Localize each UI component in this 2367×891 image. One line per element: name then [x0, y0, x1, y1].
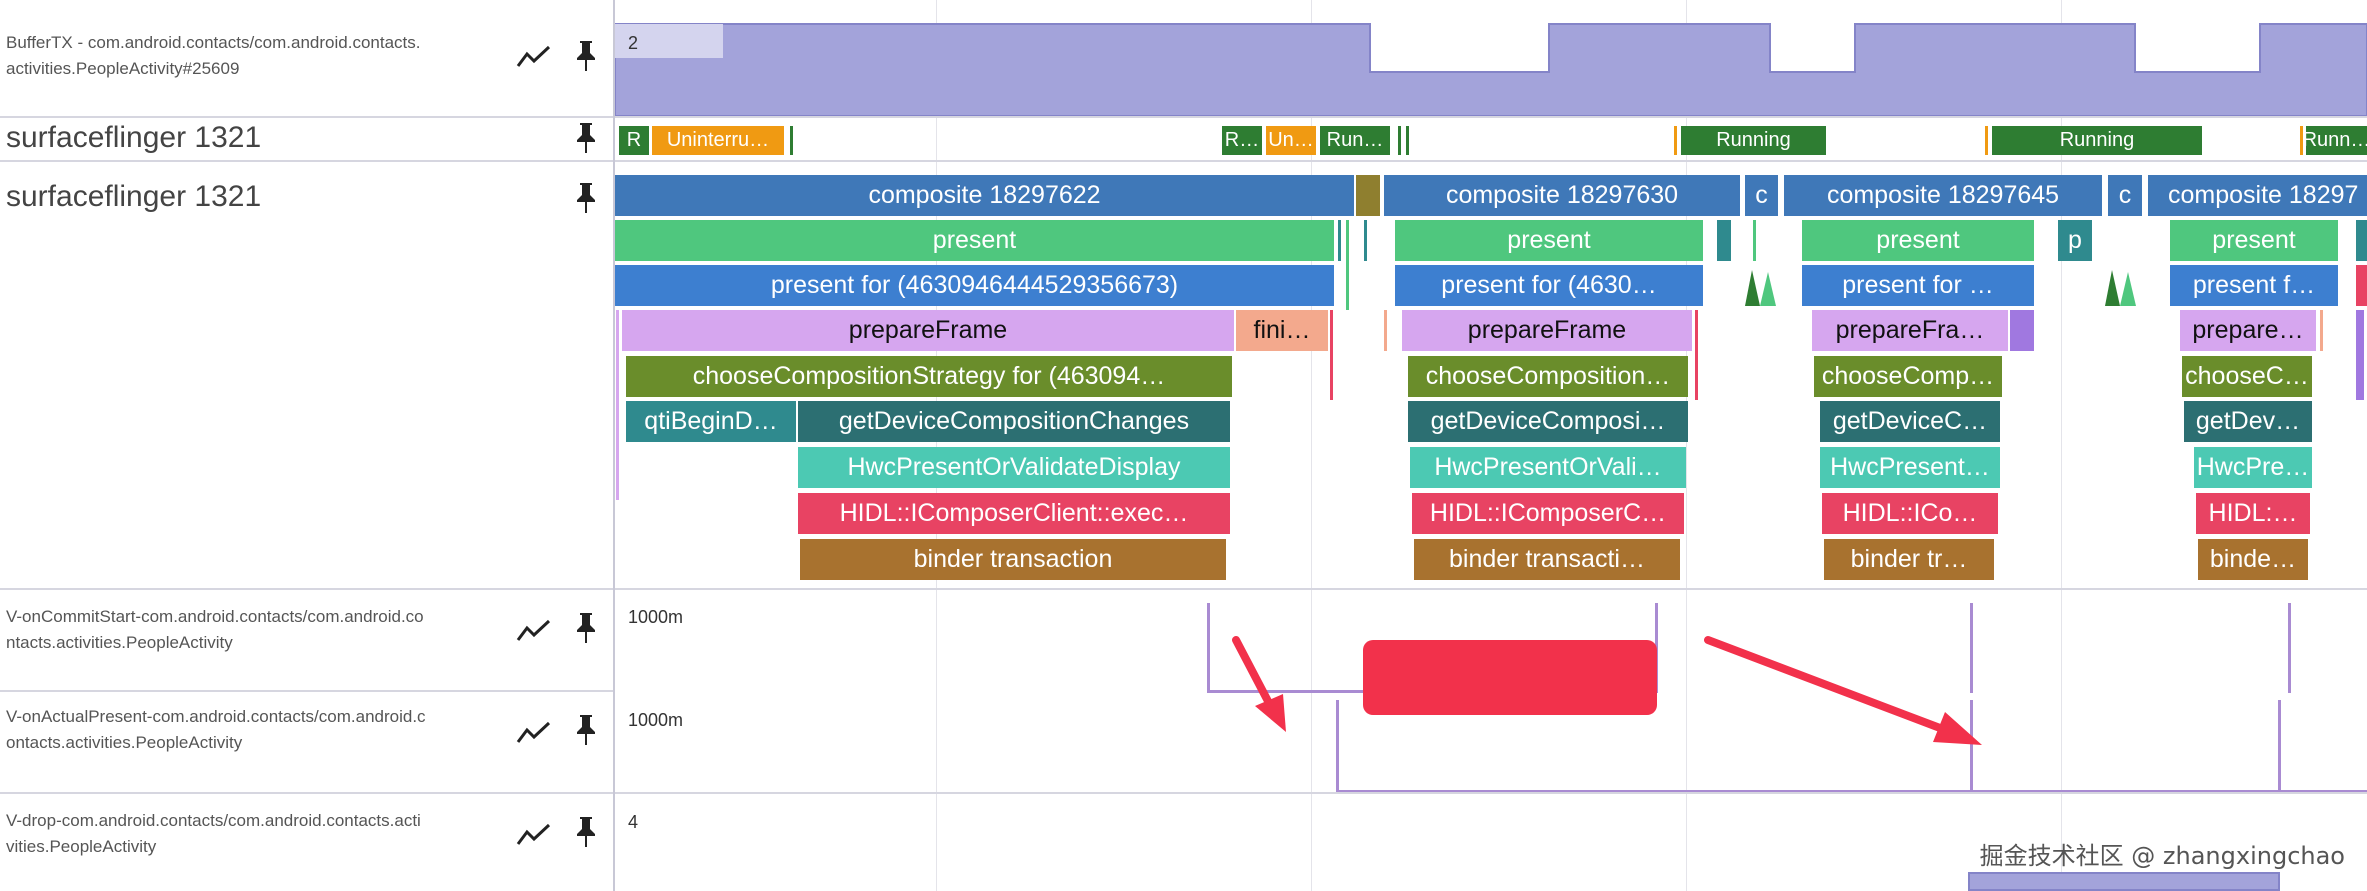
slice-hidl-composer[interactable]: HIDL::IComposerC…: [1412, 493, 1684, 534]
pin-icon[interactable]: [566, 608, 606, 648]
slice-hidl-composer[interactable]: HIDL:…: [2196, 493, 2310, 534]
slice-present[interactable]: p: [2058, 220, 2092, 261]
present-label-line2: ontacts.activities.PeopleActivity: [6, 733, 243, 752]
sf-state-track-header: surfaceflinger 1321: [0, 118, 614, 160]
slice-composite[interactable]: composite 18297630: [1384, 175, 1740, 216]
slice-composite[interactable]: c: [2108, 175, 2142, 216]
chart-line-icon[interactable]: [514, 36, 554, 76]
slice-get-device-composition[interactable]: getDeviceCompositionChanges: [798, 401, 1230, 442]
slice-binder-transaction[interactable]: binder transacti…: [1414, 539, 1680, 580]
slice-hwc-present[interactable]: HwcPresentOrVali…: [1410, 447, 1686, 488]
buffertx-counter-area[interactable]: [615, 20, 2367, 116]
drop-track-header: V-drop-com.android.contacts/com.android.…: [0, 794, 614, 891]
slice-prepare-frame[interactable]: prepare…: [2180, 310, 2316, 351]
drop-label-line2: vities.PeopleActivity: [6, 837, 157, 856]
thread-state[interactable]: Uninterru…: [652, 126, 784, 155]
pin-icon[interactable]: [566, 178, 606, 218]
slice-get-device-composition[interactable]: getDev…: [2184, 401, 2312, 442]
slice-prepare-frame[interactable]: prepareFra…: [1812, 310, 2008, 351]
thread-state[interactable]: Running: [1992, 126, 2202, 155]
slice-choose-composition[interactable]: chooseC…: [2182, 356, 2312, 397]
slice-get-device-composition[interactable]: getDeviceComposi…: [1408, 401, 1688, 442]
commit-value: 1000m: [628, 607, 684, 627]
buffertx-label-line2: activities.PeopleActivity#25609: [6, 59, 240, 78]
slice-get-device-composition[interactable]: getDeviceC…: [1820, 401, 2000, 442]
present-label-line1: V-onActualPresent-com.android.contacts/c…: [6, 707, 426, 726]
drop-value: 4: [628, 812, 639, 832]
watermark-text: 掘金技术社区 @ zhangxingchao: [1979, 842, 2345, 870]
slice-present-for[interactable]: present f…: [2170, 265, 2338, 306]
slice-choose-composition[interactable]: chooseComposition…: [1408, 356, 1688, 397]
buffertx-track-header: BufferTX - com.android.contacts/com.andr…: [0, 0, 614, 116]
slice-present[interactable]: present: [1802, 220, 2034, 261]
slice-present-for[interactable]: present for (4630946444529356673): [615, 265, 1334, 306]
slice-composite[interactable]: composite 18297: [2148, 175, 2367, 216]
thread-state[interactable]: Run…: [1320, 126, 1390, 155]
present-track-header: V-onActualPresent-com.android.contacts/c…: [0, 692, 614, 792]
drop-label-line1: V-drop-com.android.contacts/com.android.…: [6, 811, 421, 830]
slice-binder-transaction[interactable]: binder transaction: [800, 539, 1226, 580]
thread-state[interactable]: R…: [1222, 126, 1262, 155]
sf-state-label: surfaceflinger 1321: [6, 121, 262, 154]
slice-hidl-composer[interactable]: HIDL::ICo…: [1822, 493, 1998, 534]
slice-choose-composition[interactable]: chooseCompositionStrategy for (463094…: [626, 356, 1232, 397]
slice-present[interactable]: present: [2170, 220, 2338, 261]
slice-composite[interactable]: composite 18297622: [615, 175, 1354, 216]
pin-icon[interactable]: [566, 710, 606, 750]
commit-label-line2: ntacts.activities.PeopleActivity: [6, 633, 233, 652]
chart-line-icon[interactable]: [514, 610, 554, 650]
slice-prepare-frame[interactable]: prepareFrame: [622, 310, 1234, 351]
slice-present-for[interactable]: present for …: [1802, 265, 2034, 306]
slice-present[interactable]: present: [615, 220, 1334, 261]
sf-slices-label: surfaceflinger 1321: [6, 180, 262, 213]
slice-composite[interactable]: composite 18297645: [1784, 175, 2102, 216]
pin-icon[interactable]: [566, 118, 606, 158]
thread-state[interactable]: Runn…: [2306, 126, 2367, 155]
chart-line-icon[interactable]: [514, 712, 554, 752]
slice-choose-composition[interactable]: chooseComp…: [1814, 356, 2002, 397]
drop-counter-bar[interactable]: [1968, 872, 2280, 891]
slice-finish[interactable]: fini…: [1236, 310, 1328, 351]
slice-prepare-frame[interactable]: prepareFrame: [1402, 310, 1692, 351]
slice-binder-transaction[interactable]: binder tr…: [1824, 539, 1994, 580]
slice-hwc-present[interactable]: HwcPresent…: [1820, 447, 2000, 488]
annotation-redaction-box: [1363, 640, 1657, 715]
slice-qti-begin[interactable]: qtiBeginD…: [626, 401, 796, 442]
pin-icon[interactable]: [566, 36, 606, 76]
slice-hwc-present[interactable]: HwcPre…: [2194, 447, 2312, 488]
commit-track-header: V-onCommitStart-com.android.contacts/com…: [0, 590, 614, 690]
buffertx-label-line1: BufferTX - com.android.contacts/com.andr…: [6, 33, 421, 52]
slice-hidl-composer[interactable]: HIDL::IComposerClient::exec…: [798, 493, 1230, 534]
slice-hwc-present[interactable]: HwcPresentOrValidateDisplay: [798, 447, 1230, 488]
commit-label-line1: V-onCommitStart-com.android.contacts/com…: [6, 607, 424, 626]
thread-state[interactable]: R: [619, 126, 649, 155]
slice-composite[interactable]: c: [1745, 175, 1778, 216]
sf-slices-track-header: surfaceflinger 1321: [0, 162, 614, 590]
slice-binder-transaction[interactable]: binde…: [2198, 539, 2308, 580]
thread-state[interactable]: Un…: [1266, 126, 1316, 155]
chart-line-icon[interactable]: [514, 814, 554, 854]
buffertx-value: 2: [628, 33, 639, 53]
slice-present-for[interactable]: present for (4630…: [1395, 265, 1703, 306]
present-value: 1000m: [628, 710, 684, 730]
thread-state[interactable]: Running: [1681, 126, 1826, 155]
slice-present[interactable]: present: [1395, 220, 1703, 261]
pin-icon[interactable]: [566, 812, 606, 852]
